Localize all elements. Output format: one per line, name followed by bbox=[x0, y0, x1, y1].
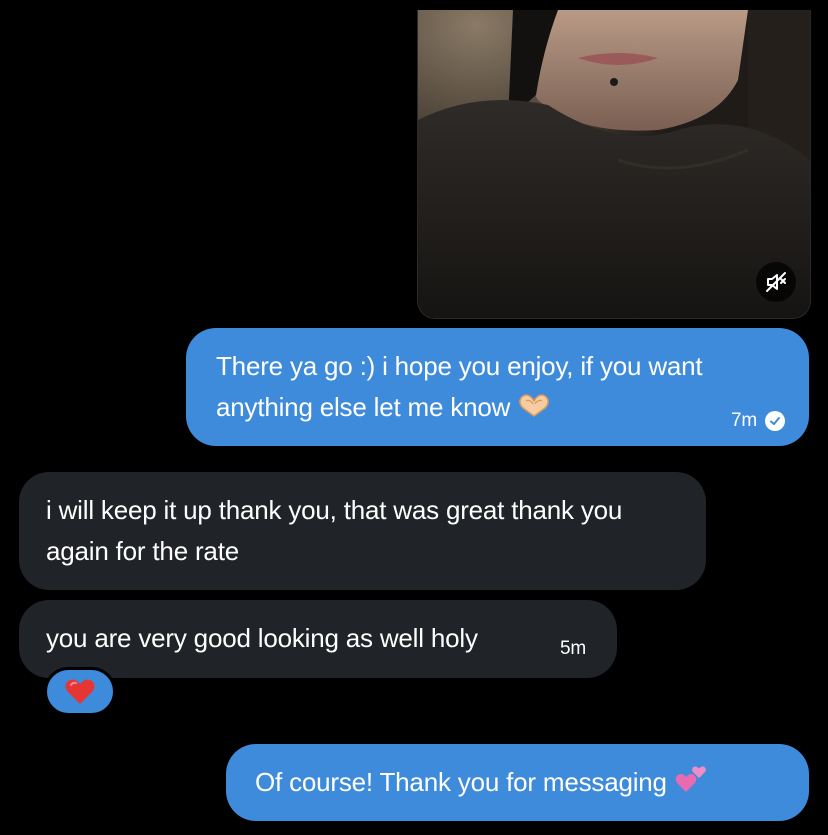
message-bubble-outgoing[interactable]: There ya go :) i hope you enjoy, if you … bbox=[186, 328, 809, 446]
message-text: i will keep it up thank you, that was gr… bbox=[46, 495, 623, 566]
message-text: you are very good looking as well holy bbox=[46, 623, 478, 653]
video-attachment[interactable] bbox=[417, 10, 811, 319]
two-hearts-emoji bbox=[674, 763, 708, 805]
message-bubble-incoming[interactable]: i will keep it up thank you, that was gr… bbox=[19, 472, 706, 590]
message-reaction[interactable] bbox=[44, 667, 116, 716]
message-bubble-outgoing[interactable]: Of course! Thank you for messaging bbox=[226, 744, 809, 821]
red-heart-emoji bbox=[65, 679, 95, 704]
message-time: 5m bbox=[560, 638, 586, 659]
mute-button[interactable] bbox=[756, 262, 796, 302]
video-thumbnail bbox=[418, 10, 810, 318]
read-check-icon bbox=[765, 411, 785, 431]
heart-hands-emoji bbox=[517, 389, 551, 430]
message-bubble-incoming[interactable]: you are very good looking as well holy 5… bbox=[19, 600, 617, 678]
message-meta: 7m bbox=[731, 410, 785, 432]
speaker-muted-icon bbox=[766, 272, 786, 292]
message-time: 7m bbox=[731, 410, 757, 431]
message-text: Of course! Thank you for messaging bbox=[255, 767, 667, 797]
message-text: There ya go :) i hope you enjoy, if you … bbox=[216, 351, 703, 422]
